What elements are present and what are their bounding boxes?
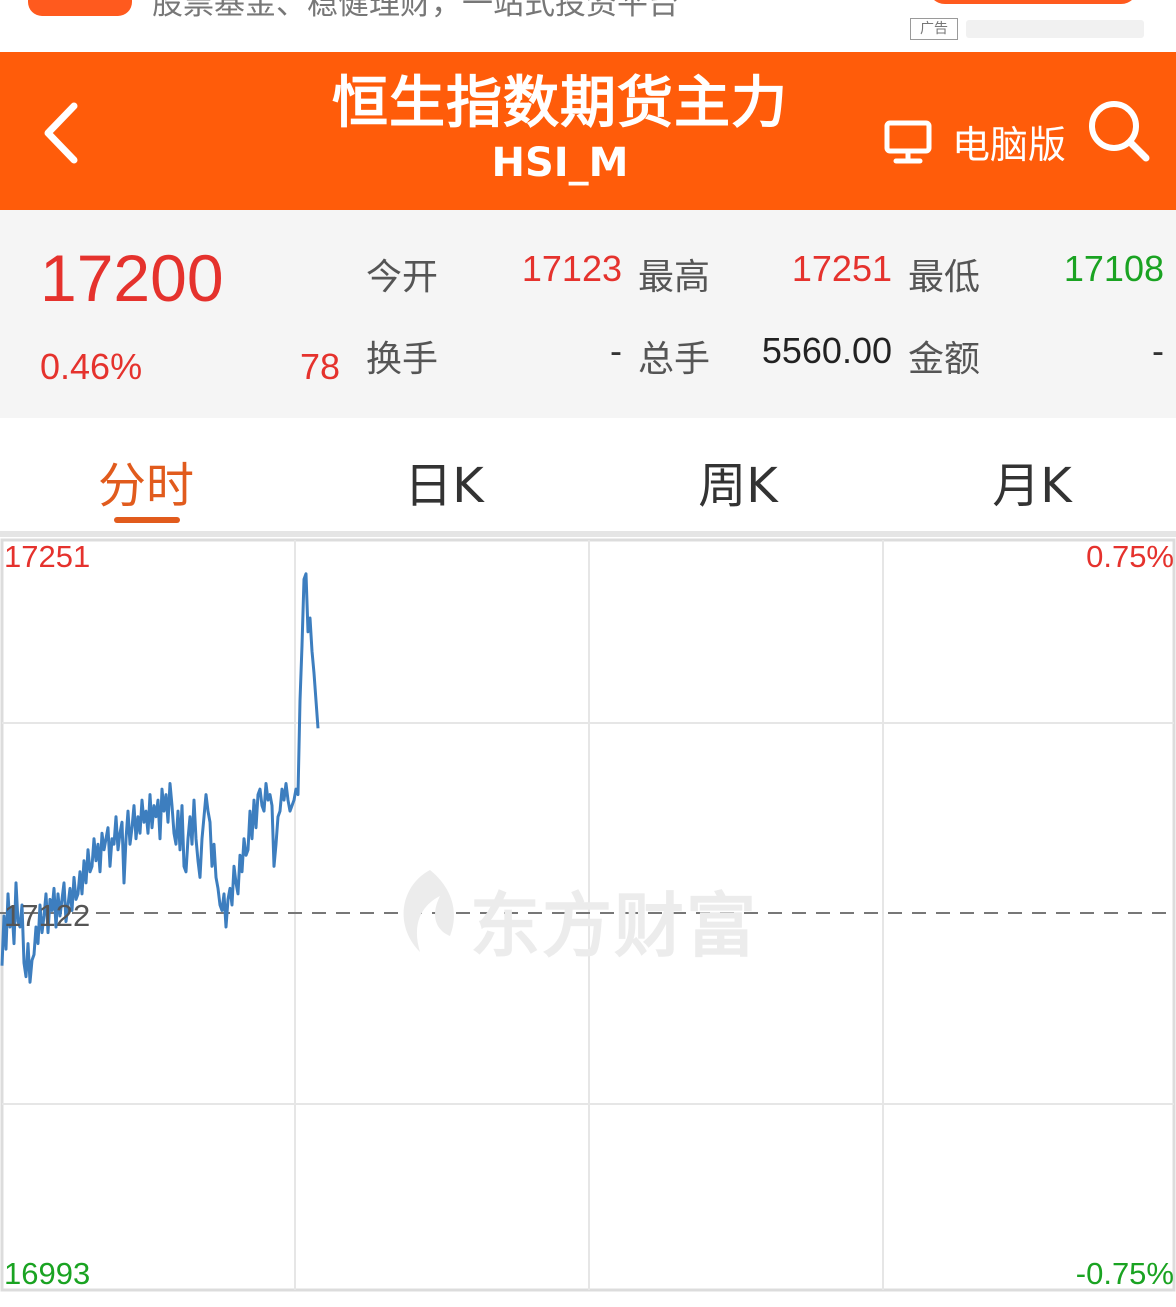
y-max-label: 17251	[4, 539, 91, 574]
ad-source	[966, 20, 1144, 38]
last-price: 17200	[40, 241, 224, 315]
tab-weekly-k[interactable]: 周K	[638, 446, 838, 516]
high-value: 17251	[791, 248, 892, 289]
open-value: 17123	[521, 248, 622, 289]
turnover-label: 换手	[366, 339, 439, 380]
amount-value: -	[1152, 330, 1164, 371]
pc-version-link[interactable]: 电脑版	[952, 114, 1066, 169]
ad-tag: 广告	[910, 18, 958, 40]
tab-daily-k[interactable]: 日K	[344, 446, 544, 516]
ad-cta-button[interactable]	[928, 0, 1138, 4]
right-min-label: -0.75%	[1075, 1256, 1174, 1291]
active-tab-indicator	[114, 517, 180, 523]
change-value: 78	[300, 346, 341, 387]
monitor-icon[interactable]	[884, 120, 932, 164]
tab-intraday[interactable]: 分时	[46, 446, 246, 516]
right-max-label: 0.75%	[1086, 539, 1174, 574]
open-label: 今开	[366, 257, 439, 298]
volume-label: 总手	[638, 339, 711, 380]
ad-banner[interactable]: 股票基金、稳健理财，一站式投资平台 广告	[0, 0, 1176, 52]
volume-value: 5560.00	[761, 330, 892, 371]
brand-watermark-icon	[403, 870, 454, 952]
prev-close-label: 17122	[4, 898, 91, 933]
watermark: 东方财富	[470, 885, 758, 967]
ad-text: 股票基金、稳健理财，一站式投资平台	[152, 0, 679, 22]
change-percent: 0.46%	[40, 346, 143, 387]
search-icon[interactable]	[1086, 98, 1152, 164]
y-min-label: 16993	[4, 1256, 91, 1291]
low-label: 最低	[908, 257, 981, 298]
low-value: 17108	[1063, 248, 1164, 289]
turnover-value: -	[610, 330, 622, 371]
tab-monthly-k[interactable]: 月K	[932, 446, 1132, 516]
ad-logo	[28, 0, 132, 16]
amount-label: 金额	[908, 339, 981, 380]
high-label: 最高	[638, 257, 711, 298]
